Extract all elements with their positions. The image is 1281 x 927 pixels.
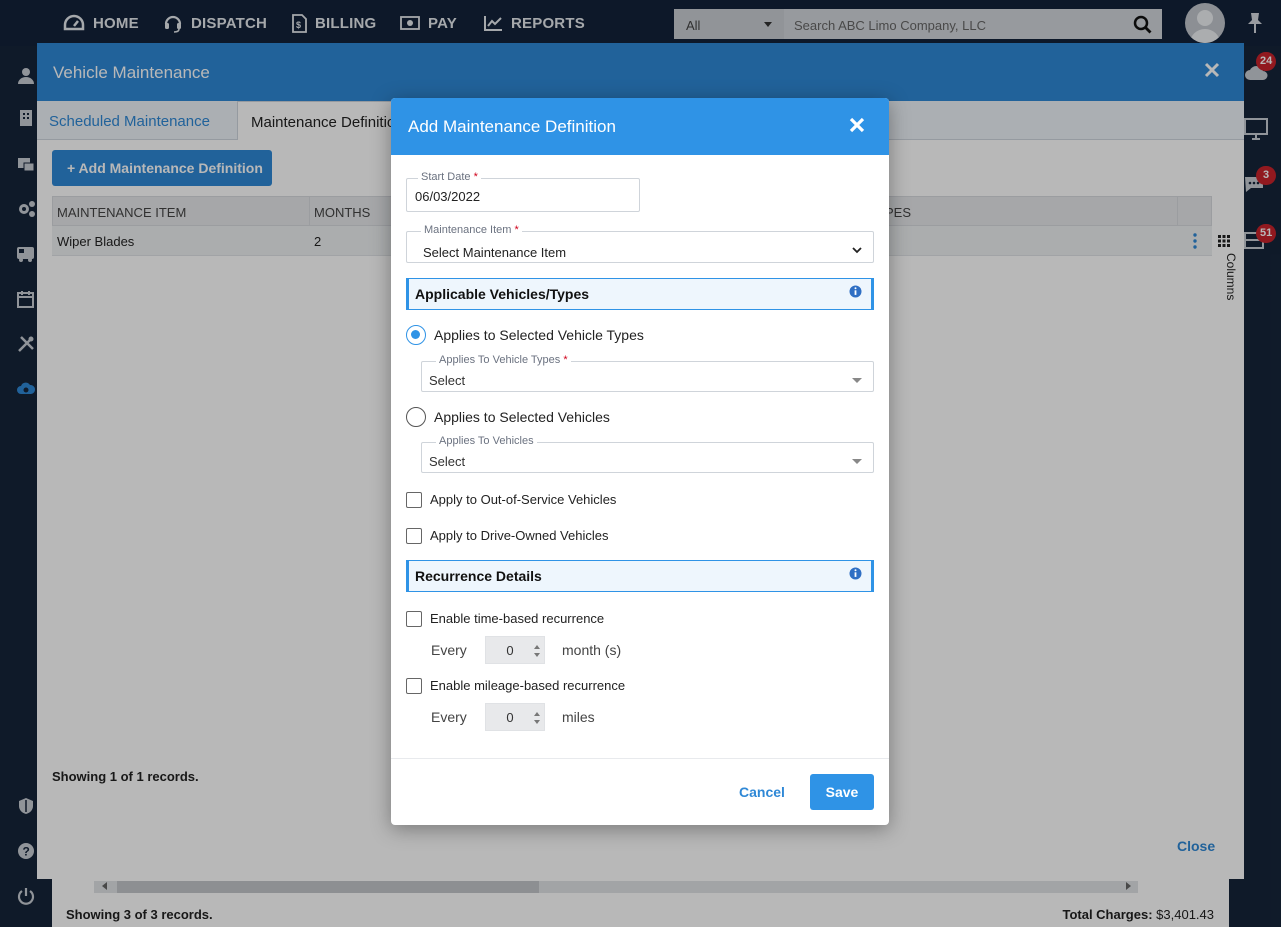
applies-to-vehicles-radio[interactable] xyxy=(406,407,426,427)
start-date-label: Start Date * xyxy=(418,171,481,183)
add-maintenance-definition-dialog: Add Maintenance Definition Start Date * … xyxy=(391,98,889,825)
maintenance-item-select[interactable]: Maintenance Item * Select Maintenance It… xyxy=(406,224,874,263)
applies-to-vehicles-label[interactable]: Applies to Selected Vehicles xyxy=(434,409,610,425)
stepper-up-icon[interactable] xyxy=(534,712,540,716)
dialog-header: Add Maintenance Definition xyxy=(391,98,889,155)
applies-to-types-radio[interactable] xyxy=(406,325,426,345)
start-date-value: 06/03/2022 xyxy=(415,189,481,204)
time-every-label: Every xyxy=(431,642,467,658)
info-icon[interactable] xyxy=(849,285,862,298)
applies-to-types-label[interactable]: Applies to Selected Vehicle Types xyxy=(434,327,644,343)
dialog-title: Add Maintenance Definition xyxy=(408,117,616,136)
required-marker: * xyxy=(473,171,478,183)
vehicle-types-label: Applies To Vehicle Types * xyxy=(436,354,571,366)
vehicle-types-label-text: Applies To Vehicle Types xyxy=(439,354,561,366)
dialog-footer-divider xyxy=(391,758,889,759)
vehicles-value: Select xyxy=(429,454,466,469)
driver-owned-checkbox[interactable] xyxy=(406,528,422,544)
start-date-label-text: Start Date xyxy=(421,171,471,183)
stepper-down-icon[interactable] xyxy=(534,720,540,724)
section-title: Recurrence Details xyxy=(415,568,542,584)
vehicle-types-select[interactable]: Applies To Vehicle Types * Select xyxy=(421,354,874,392)
vehicles-label: Applies To Vehicles xyxy=(436,435,537,447)
maintenance-item-label-text: Maintenance Item xyxy=(424,224,512,236)
save-button[interactable]: Save xyxy=(810,774,874,810)
mileage-unit-label: miles xyxy=(562,709,595,725)
time-unit-label: month (s) xyxy=(562,642,622,658)
maintenance-item-label: Maintenance Item * xyxy=(421,224,522,236)
time-recurrence-label[interactable]: Enable time-based recurrence xyxy=(430,611,604,626)
chevron-down-icon xyxy=(852,459,862,464)
cancel-button[interactable]: Cancel xyxy=(732,774,792,808)
required-marker: * xyxy=(514,224,519,236)
driver-owned-label[interactable]: Apply to Drive-Owned Vehicles xyxy=(430,528,608,543)
vehicles-select[interactable]: Applies To Vehicles Select xyxy=(421,435,874,473)
miles-stepper[interactable]: 0 xyxy=(485,703,545,731)
months-stepper[interactable]: 0 xyxy=(485,636,545,664)
required-marker: * xyxy=(563,354,568,366)
vehicle-types-value: Select xyxy=(429,373,466,388)
section-title: Applicable Vehicles/Types xyxy=(415,286,590,302)
maintenance-item-value: Select Maintenance Item xyxy=(423,245,567,260)
time-recurrence-checkbox[interactable] xyxy=(406,611,422,627)
out-of-service-checkbox[interactable] xyxy=(406,492,422,508)
out-of-service-label[interactable]: Apply to Out-of-Service Vehicles xyxy=(430,492,616,507)
chevron-down-icon xyxy=(852,378,862,383)
section-recurrence-details: Recurrence Details xyxy=(406,560,874,592)
mileage-recurrence-checkbox[interactable] xyxy=(406,678,422,694)
close-icon[interactable] xyxy=(849,117,865,133)
months-value: 0 xyxy=(506,643,514,658)
chevron-down-icon xyxy=(852,247,862,254)
start-date-field[interactable]: Start Date * 06/03/2022 xyxy=(406,171,640,212)
section-applicable-vehicles: Applicable Vehicles/Types xyxy=(406,278,874,310)
miles-value: 0 xyxy=(506,710,514,725)
mileage-every-label: Every xyxy=(431,709,467,725)
stepper-up-icon[interactable] xyxy=(534,645,540,649)
stepper-down-icon[interactable] xyxy=(534,653,540,657)
info-icon[interactable] xyxy=(849,567,862,580)
mileage-recurrence-label[interactable]: Enable mileage-based recurrence xyxy=(430,678,625,693)
